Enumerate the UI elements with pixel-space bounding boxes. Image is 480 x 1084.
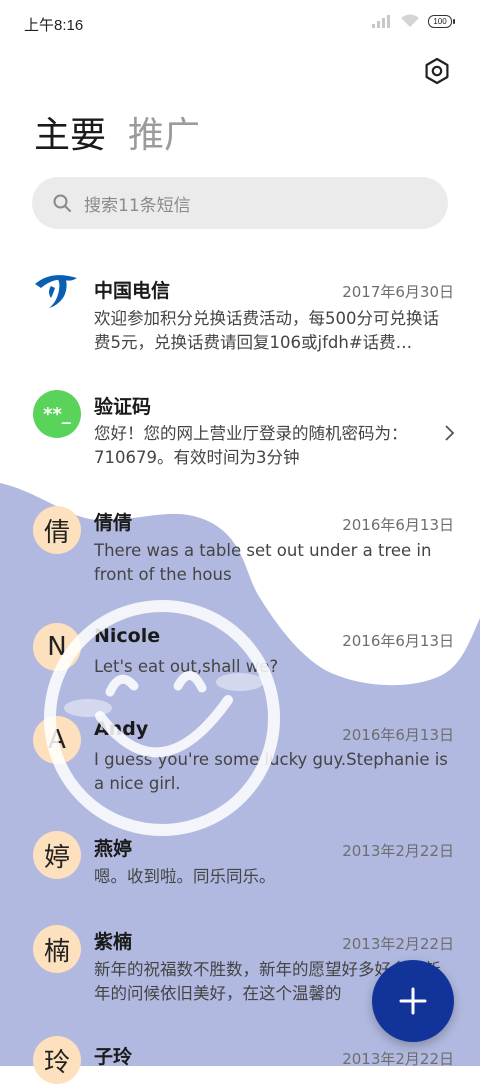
status-time: 上午8:16 [24,17,84,34]
status-bar: 上午8:16 100 [0,0,480,46]
wifi-icon [401,14,419,27]
tab-promotion[interactable]: 推广 [128,106,200,158]
message-date: 2016年6月13日 [342,516,454,534]
sender-name: 验证码 [94,396,152,418]
battery-icon: 100 [428,14,455,28]
new-message-button[interactable] [372,960,454,1042]
message-preview: 您好！您的网上营业厅登录的随机密码为：710679。有效时间为3分钟 [94,424,408,467]
china-telecom-logo-icon [35,275,77,308]
message-date: 2013年2月22日 [342,842,454,860]
sender-name: 燕婷 [94,838,133,860]
search-icon [53,194,71,212]
search-input[interactable]: 搜索11条短信 [32,177,448,229]
avatar: 楠 [33,925,81,973]
sender-name: 中国电信 [94,280,171,302]
plus-icon [399,987,427,1015]
sender-name: 倩倩 [94,512,133,534]
signal-icon [372,15,390,28]
message-preview: Let's eat out,shall we? [94,657,279,676]
avatar: 倩 [33,506,81,554]
sender-name: Nicole [94,625,161,647]
message-date: 2017年6月30日 [342,283,454,301]
sender-name: Andy [94,718,149,740]
avatar: 玲 [33,1036,81,1084]
message-date: 2016年6月13日 [342,632,454,650]
category-tabs: 主要 推广 [34,106,200,158]
settings-gear-icon[interactable] [422,56,452,86]
avatar: 婷 [33,831,81,879]
status-icons: 100 [372,14,455,28]
message-date: 2013年2月22日 [342,935,454,953]
sender-name: 子玲 [94,1046,133,1068]
message-date: 2016年6月13日 [342,726,454,744]
battery-level: 100 [433,16,447,26]
chevron-right-icon[interactable] [444,424,456,442]
message-preview: 欢迎参加积分兑换话费活动，每500分可兑换话费5元，兑换话费请回复106或jfd… [94,309,439,352]
avatar: **_ [33,390,81,438]
avatar: A [33,716,81,764]
avatar: N [33,623,81,671]
search-placeholder: 搜索11条短信 [84,195,191,216]
message-preview: There was a table set out under a tree i… [94,541,432,584]
sender-name: 紫楠 [94,931,133,953]
message-preview: I guess you're some lucky guy.Stephanie … [94,750,448,793]
tab-primary[interactable]: 主要 [34,106,106,158]
message-preview: 嗯。收到啦。同乐同乐。 [94,867,276,886]
